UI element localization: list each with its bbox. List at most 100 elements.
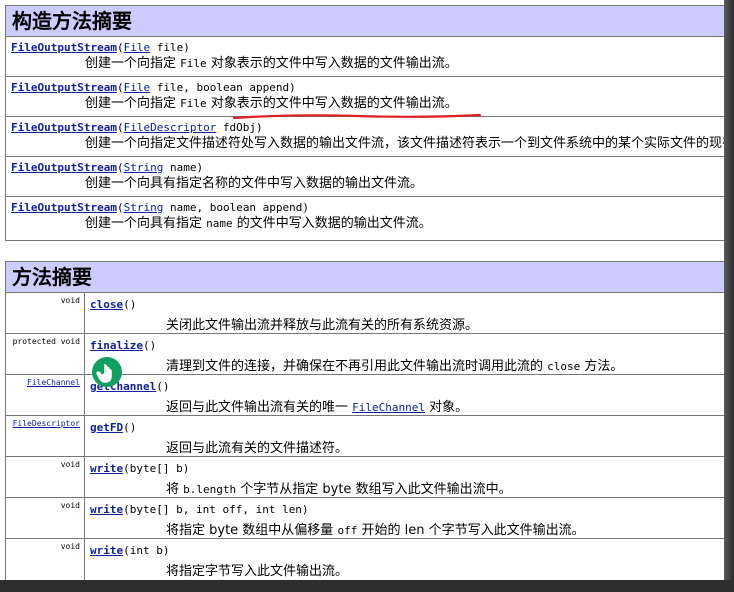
desc-text: 创建一个向指定文件描述符处写入数据的输出文件流，该文件描述符表示一个到文件系统中… xyxy=(85,136,724,151)
return-type-link[interactable]: FileChannel xyxy=(6,375,85,415)
method-modifier: void xyxy=(6,293,85,333)
paren: ( xyxy=(116,121,124,134)
desc-text: 创建一个向指定 xyxy=(85,96,181,111)
constructor-row: FileOutputStream(File file) 创建一个向指定 File… xyxy=(6,37,724,77)
method-description: 返回与此流有关的文件描述符。 xyxy=(166,437,348,456)
constructor-row: FileOutputStream(FileDescriptor fdObj) 创… xyxy=(6,117,724,157)
desc-text: 个字节从指定 byte 数组写入此文件输出流中。 xyxy=(236,482,512,497)
method-signature: write(byte[] b, int off, int len) xyxy=(90,503,309,516)
desc-text: 方法。 xyxy=(580,359,624,374)
desc-text: 清理到文件的连接，并确保在不再引用此文件输出流时调用此流的 xyxy=(166,359,548,374)
constructor-description: 创建一个向指定文件描述符处写入数据的输出文件流，该文件描述符表示一个到文件系统中… xyxy=(11,135,724,153)
param-rest: file, boolean append) xyxy=(150,81,296,94)
desc-code: File xyxy=(180,97,207,110)
method-params: () xyxy=(142,339,157,352)
constructor-link[interactable]: FileOutputStream xyxy=(11,121,117,134)
paren: ( xyxy=(116,201,124,214)
method-signature: finalize() xyxy=(90,339,156,352)
constructor-summary: 构造方法摘要 FileOutputStream(File file) 创建一个向… xyxy=(5,5,724,241)
constructor-summary-title: 构造方法摘要 xyxy=(6,6,724,37)
constructor-description: 创建一个向具有指定名称的文件中写入数据的输出文件流。 xyxy=(11,175,724,193)
method-signature: write(int b) xyxy=(90,544,169,557)
desc-text: 对象。 xyxy=(425,400,469,415)
param-rest: file) xyxy=(150,41,190,54)
method-link[interactable]: close xyxy=(90,298,123,311)
method-link[interactable]: write xyxy=(90,503,123,516)
desc-text: 创建一个向指定 xyxy=(85,56,181,71)
paren: ( xyxy=(116,81,124,94)
method-link[interactable]: getFD xyxy=(90,421,123,434)
method-params: () xyxy=(123,298,137,311)
constructor-signature: FileOutputStream(FileDescriptor fdObj) xyxy=(11,120,724,135)
red-underline-annotation xyxy=(232,113,482,120)
method-modifier: void xyxy=(6,498,85,538)
param-type-link[interactable]: File xyxy=(124,81,151,94)
param-rest: name) xyxy=(163,161,204,174)
method-row: FileDescriptor getFD() 返回与此流有关的文件描述符。 xyxy=(6,416,724,457)
method-params: () xyxy=(123,421,137,434)
method-modifier: protected void xyxy=(6,334,85,374)
desc-text: 对象表示的文件中写入数据的文件输出流。 xyxy=(206,56,458,71)
constructor-row: FileOutputStream(String name) 创建一个向具有指定名… xyxy=(6,157,724,197)
method-params: (int b) xyxy=(123,544,170,557)
method-link[interactable]: finalize xyxy=(90,339,143,352)
window-edge-bottom xyxy=(0,580,734,592)
method-modifier: void xyxy=(6,539,85,580)
desc-text: 将 xyxy=(166,482,184,497)
param-rest: name, boolean append) xyxy=(163,201,310,214)
desc-text: 创建一个向具有指定 xyxy=(85,216,207,231)
method-signature: getFD() xyxy=(90,421,136,434)
method-row: void write(byte[] b, int off, int len) 将… xyxy=(6,498,724,539)
desc-text: 的文件中写入数据的输出文件流。 xyxy=(232,216,432,231)
paren: ( xyxy=(116,41,124,54)
constructor-link[interactable]: FileOutputStream xyxy=(11,161,117,174)
javadoc-page: 构造方法摘要 FileOutputStream(File file) 创建一个向… xyxy=(0,0,724,580)
desc-text: 返回与此流有关的文件描述符。 xyxy=(166,441,349,456)
constructor-description: 创建一个向指定 File 对象表示的文件中写入数据的文件输出流。 xyxy=(11,55,724,73)
param-rest: fdObj) xyxy=(216,121,263,134)
method-description: 清理到文件的连接，并确保在不再引用此文件输出流时调用此流的 close 方法。 xyxy=(166,355,623,374)
param-type-link[interactable]: File xyxy=(124,41,151,54)
desc-text: 对象表示的文件中写入数据的文件输出流。 xyxy=(206,96,458,111)
method-row: void close() 关闭此文件输出流并释放与此流有关的所有系统资源。 xyxy=(6,293,724,334)
constructor-link[interactable]: FileOutputStream xyxy=(11,81,117,94)
method-link[interactable]: write xyxy=(90,462,123,475)
constructor-row: FileOutputStream(File file, boolean appe… xyxy=(6,77,724,117)
desc-code: b.length xyxy=(183,483,237,496)
method-description: 返回与此文件输出流有关的唯一 FileChannel 对象。 xyxy=(166,396,468,415)
paren: ( xyxy=(116,161,124,174)
desc-text: 将指定 byte 数组中从偏移量 xyxy=(166,523,338,538)
param-type-link[interactable]: FileDescriptor xyxy=(124,121,217,134)
constructor-signature: FileOutputStream(File file, boolean appe… xyxy=(11,80,724,95)
method-row: void write(int b) 将指定字节写入此文件输出流。 xyxy=(6,539,724,580)
method-modifier: void xyxy=(6,457,85,497)
method-params: () xyxy=(156,380,170,393)
method-summary: 方法摘要 void close() 关闭此文件输出流并释放与此流有关的所有系统资… xyxy=(5,261,724,580)
desc-code: name xyxy=(206,217,233,230)
method-summary-title: 方法摘要 xyxy=(6,262,724,293)
method-row: void write(byte[] b) 将 b.length 个字节从指定 b… xyxy=(6,457,724,498)
window-edge-right xyxy=(724,0,734,592)
method-signature: write(byte[] b) xyxy=(90,462,189,475)
desc-text: 返回与此文件输出流有关的唯一 xyxy=(166,400,353,415)
hand-pointer-icon xyxy=(92,357,122,387)
type-link[interactable]: FileChannel xyxy=(352,401,425,414)
constructor-link[interactable]: FileOutputStream xyxy=(11,201,117,214)
constructor-signature: FileOutputStream(File file) xyxy=(11,40,724,55)
desc-text: 关闭此文件输出流并释放与此流有关的所有系统资源。 xyxy=(166,318,479,333)
method-description: 关闭此文件输出流并释放与此流有关的所有系统资源。 xyxy=(166,314,478,333)
return-type-link[interactable]: FileDescriptor xyxy=(6,416,85,456)
method-description: 将指定 byte 数组中从偏移量 off 开始的 len 个字节写入此文件输出流… xyxy=(166,519,585,538)
method-link[interactable]: write xyxy=(90,544,123,557)
constructor-link[interactable]: FileOutputStream xyxy=(11,41,117,54)
constructor-description: 创建一个向具有指定 name 的文件中写入数据的输出文件流。 xyxy=(11,215,724,233)
param-type-link[interactable]: String xyxy=(124,161,164,174)
constructor-description: 创建一个向指定 File 对象表示的文件中写入数据的文件输出流。 xyxy=(11,95,724,113)
method-description: 将指定字节写入此文件输出流。 xyxy=(166,560,348,579)
desc-text: 开始的 len 个字节写入此文件输出流。 xyxy=(357,523,585,538)
desc-text: 创建一个向具有指定名称的文件中写入数据的输出文件流。 xyxy=(85,176,424,191)
desc-text: 将指定字节写入此文件输出流。 xyxy=(166,564,349,579)
method-description: 将 b.length 个字节从指定 byte 数组写入此文件输出流中。 xyxy=(166,478,512,497)
param-type-link[interactable]: String xyxy=(124,201,164,214)
constructor-signature: FileOutputStream(String name) xyxy=(11,160,724,175)
